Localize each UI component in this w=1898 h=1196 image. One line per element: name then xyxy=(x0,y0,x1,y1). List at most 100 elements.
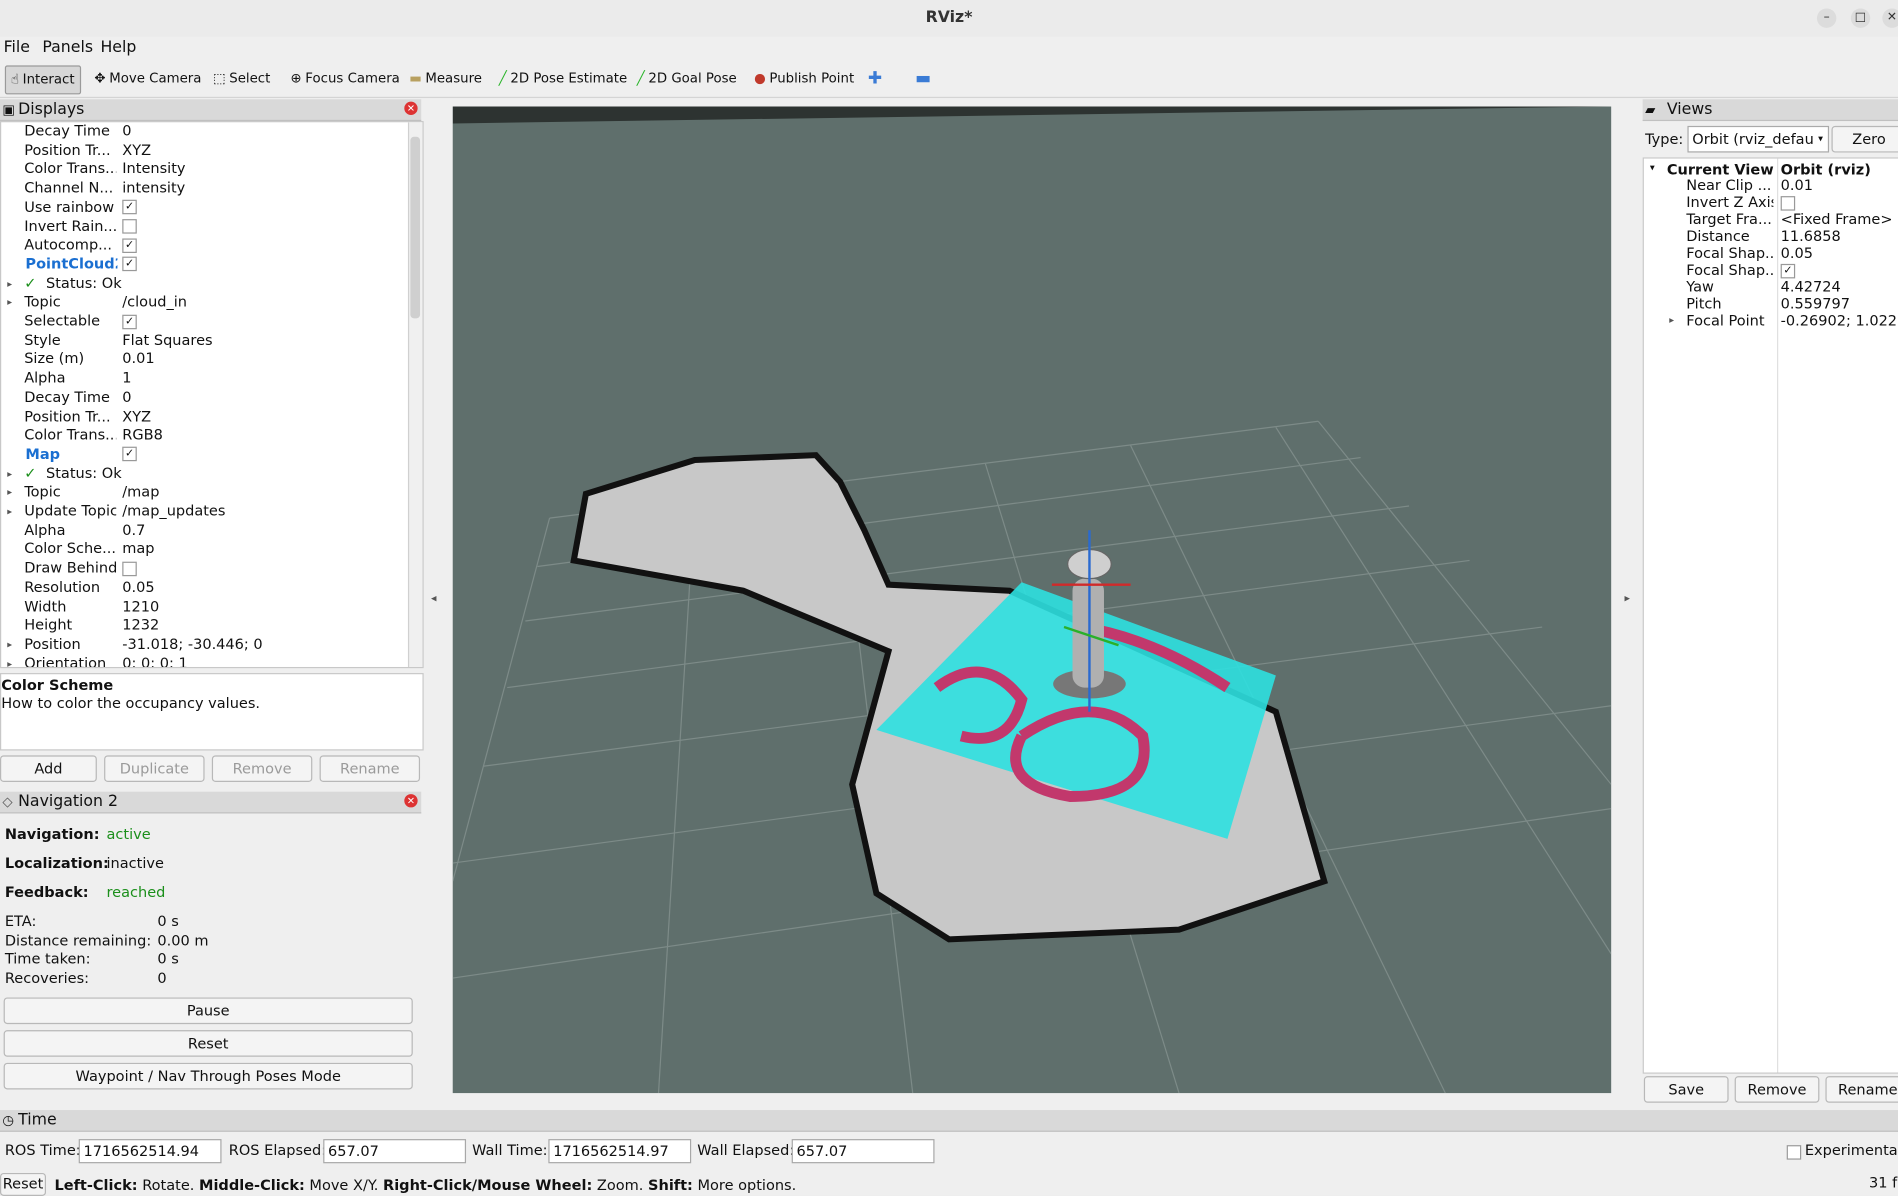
display-property-row[interactable]: Resolution 0.05 xyxy=(1,578,408,597)
expand-arrow-icon[interactable]: ▸ xyxy=(7,635,12,654)
property-checkbox[interactable]: ✓ xyxy=(122,257,137,272)
display-property-row[interactable]: Color Trans... Intensity xyxy=(1,160,408,179)
view-property-value[interactable] xyxy=(1780,194,1796,211)
view-property-row[interactable]: ▸ Focal Point -0.26902; 1.0221... xyxy=(1643,312,1898,329)
rename-view-button[interactable]: Rename xyxy=(1825,1076,1898,1103)
goal-pose-tool[interactable]: ╱ 2D Goal Pose xyxy=(637,65,737,92)
expand-arrow-icon[interactable]: ▸ xyxy=(7,464,12,483)
display-property-row[interactable]: ▸ Position -31.018; -30.446; 0 xyxy=(1,635,408,654)
view-property-row[interactable]: Focal Shap... ✓ xyxy=(1643,261,1898,278)
view-property-row[interactable]: Invert Z Axis xyxy=(1643,194,1898,211)
display-property-row[interactable]: ▸ Orientation 0; 0; 0; 1 xyxy=(1,654,408,667)
display-property-row[interactable]: Use rainbow ✓ xyxy=(1,198,408,217)
property-value[interactable]: ✓ xyxy=(122,198,137,217)
display-property-row[interactable]: Height 1232 xyxy=(1,616,408,635)
menu-file[interactable]: File xyxy=(4,39,30,57)
render-viewport[interactable] xyxy=(452,106,1612,1094)
view-property-row[interactable]: Near Clip ... 0.01 xyxy=(1643,177,1898,194)
display-property-row[interactable]: Map ✓ xyxy=(1,445,408,464)
wall-time-field[interactable]: 1716562514.97 xyxy=(548,1139,692,1164)
rename-button[interactable]: Rename xyxy=(319,755,421,782)
display-property-row[interactable]: Invert Rain... xyxy=(1,217,408,236)
close-icon[interactable]: ✕ xyxy=(404,101,418,115)
display-property-row[interactable]: PointCloud2 ✓ xyxy=(1,255,408,274)
wall-elapsed-field[interactable]: 657.07 xyxy=(791,1139,935,1164)
property-value[interactable]: ✓ xyxy=(122,255,137,274)
displays-scrollbar[interactable] xyxy=(407,122,423,667)
pose-estimate-tool[interactable]: ╱ 2D Pose Estimate xyxy=(499,65,628,92)
expand-arrow-icon[interactable]: ▸ xyxy=(7,274,12,293)
property-value[interactable] xyxy=(122,559,137,578)
expand-arrow-icon[interactable]: ▾ xyxy=(1650,162,1655,173)
zero-button[interactable]: Zero xyxy=(1831,125,1898,153)
display-property-row[interactable]: ▸ Topic/map xyxy=(1,483,408,502)
property-checkbox[interactable] xyxy=(122,561,137,576)
minimize-icon[interactable]: – xyxy=(1816,8,1837,28)
expand-arrow-icon[interactable]: ▸ xyxy=(7,502,12,521)
display-property-row[interactable]: Channel N... intensity xyxy=(1,179,408,198)
display-property-row[interactable]: Width 1210 xyxy=(1,597,408,616)
publish-point-tool[interactable]: ● Publish Point xyxy=(754,65,854,92)
remove-view-button[interactable]: Remove xyxy=(1734,1076,1820,1103)
view-property-row[interactable]: Target Fra... <Fixed Frame> xyxy=(1643,211,1898,228)
property-value[interactable] xyxy=(122,217,137,236)
scrollbar-thumb[interactable] xyxy=(410,136,421,319)
property-checkbox[interactable] xyxy=(122,219,137,234)
save-view-button[interactable]: Save xyxy=(1643,1076,1729,1103)
display-property-row[interactable]: Color Sche... map xyxy=(1,540,408,559)
remove-button[interactable]: Remove xyxy=(211,755,313,782)
view-property-checkbox[interactable]: ✓ xyxy=(1780,263,1796,278)
property-checkbox[interactable]: ✓ xyxy=(122,200,137,215)
view-type-select[interactable]: Orbit (rviz_defau ▾ xyxy=(1687,125,1830,153)
display-property-row[interactable]: Style Flat Squares xyxy=(1,331,408,350)
waypoint-mode-button[interactable]: Waypoint / Nav Through Poses Mode xyxy=(3,1062,413,1090)
add-tool-icon[interactable]: ✚ xyxy=(868,65,882,92)
add-button[interactable]: Add xyxy=(0,755,97,782)
experimental-checkbox[interactable] xyxy=(1786,1145,1802,1160)
expand-arrow-icon[interactable]: ▸ xyxy=(7,293,12,312)
remove-tool-icon[interactable]: ▬ xyxy=(915,65,931,92)
display-property-row[interactable]: Position Tr... XYZ xyxy=(1,407,408,426)
display-property-row[interactable]: ▸ Update Topic/map_updates xyxy=(1,502,408,521)
focus-camera-tool[interactable]: ⊕ Focus Camera xyxy=(291,65,400,92)
property-checkbox[interactable]: ✓ xyxy=(122,238,137,253)
menu-panels[interactable]: Panels xyxy=(42,39,93,57)
display-property-row[interactable]: Draw Behind xyxy=(1,559,408,578)
interact-tool[interactable]: ☝ Interact xyxy=(4,65,81,95)
view-property-row[interactable]: Focal Shap... 0.05 xyxy=(1643,245,1898,262)
close-icon[interactable]: ✕ xyxy=(1882,8,1898,28)
duplicate-button[interactable]: Duplicate xyxy=(104,755,205,782)
expand-arrow-icon[interactable]: ▸ xyxy=(1669,312,1674,329)
ros-time-field[interactable]: 1716562514.94 xyxy=(78,1139,222,1164)
view-property-row[interactable]: Distance 11.6858 xyxy=(1643,228,1898,245)
display-property-row[interactable]: ▸ Topic/cloud_in xyxy=(1,293,408,312)
property-checkbox[interactable]: ✓ xyxy=(122,447,137,462)
close-icon[interactable]: ✕ xyxy=(404,794,418,808)
view-property-row[interactable]: Pitch 0.559797 xyxy=(1643,295,1898,312)
display-property-row[interactable]: Alpha 1 xyxy=(1,369,408,388)
display-property-row[interactable]: Size (m) 0.01 xyxy=(1,350,408,369)
measure-tool[interactable]: ▬ Measure xyxy=(409,65,482,92)
property-value[interactable]: ✓ xyxy=(122,236,137,255)
view-property-value[interactable]: ✓ xyxy=(1780,261,1796,278)
reset-nav-button[interactable]: Reset xyxy=(3,1030,413,1057)
maximize-icon[interactable]: □ xyxy=(1850,8,1871,28)
reset-button[interactable]: Reset xyxy=(0,1172,46,1196)
expand-arrow-icon[interactable]: ▸ xyxy=(7,483,12,502)
property-value[interactable]: ✓ xyxy=(122,312,137,331)
pause-button[interactable]: Pause xyxy=(3,997,413,1025)
select-tool[interactable]: ⬚ Select xyxy=(213,65,270,92)
menu-help[interactable]: Help xyxy=(100,39,136,57)
collapse-right-icon[interactable]: ▸ xyxy=(1624,593,1629,605)
display-property-row[interactable]: Autocomp... ✓ xyxy=(1,236,408,255)
display-property-row[interactable]: Decay Time 0 xyxy=(1,388,408,407)
display-property-row[interactable]: Color Trans... RGB8 xyxy=(1,426,408,445)
display-property-row[interactable]: Position Tr... XYZ xyxy=(1,141,408,160)
ros-elapsed-field[interactable]: 657.07 xyxy=(323,1139,467,1164)
display-property-row[interactable]: ▸ Status: Ok ✓ xyxy=(1,464,408,483)
display-property-row[interactable]: Selectable ✓ xyxy=(1,312,408,331)
property-checkbox[interactable]: ✓ xyxy=(122,314,137,329)
display-property-row[interactable]: Decay Time 0 xyxy=(1,122,408,141)
display-property-row[interactable]: ▸ Status: Ok ✓ xyxy=(1,274,408,293)
view-property-checkbox[interactable] xyxy=(1780,195,1796,211)
